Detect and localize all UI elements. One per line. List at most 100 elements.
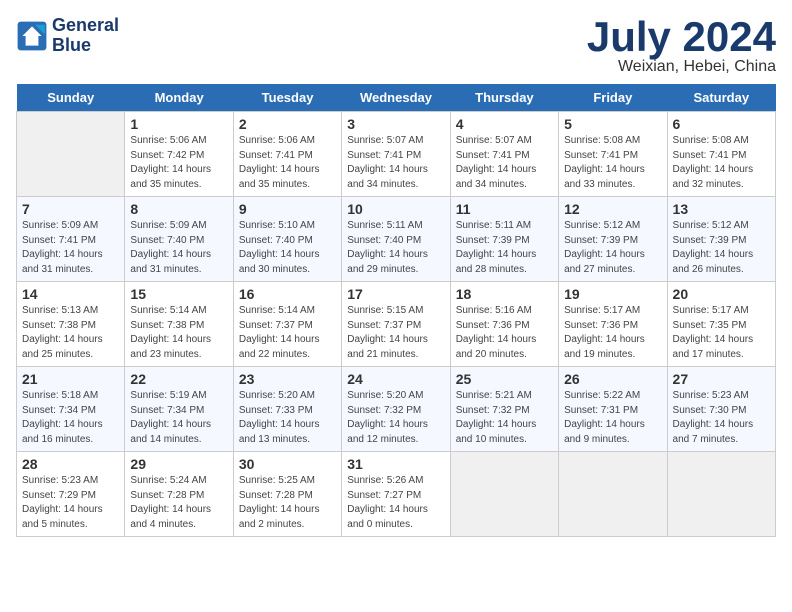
day-number: 25 bbox=[456, 371, 553, 387]
calendar-week-1: 1 Sunrise: 5:06 AMSunset: 7:42 PMDaylight… bbox=[17, 112, 776, 197]
calendar-cell: 7 Sunrise: 5:09 AMSunset: 7:41 PMDaylight… bbox=[17, 197, 125, 282]
day-info: Sunrise: 5:17 AMSunset: 7:35 PMDaylight:… bbox=[673, 304, 770, 362]
calendar-week-3: 14Sunrise: 5:13 AMSunset: 7:38 PMDayligh… bbox=[17, 282, 776, 367]
calendar-cell bbox=[17, 112, 125, 197]
calendar-cell: 28 Sunrise: 5:23 AMSunset: 7:29 PMDayligh… bbox=[17, 452, 125, 537]
day-info: Sunrise: 5:08 AMSunset: 7:41 PMDaylight:… bbox=[673, 134, 770, 192]
day-info: Sunrise: 5:07 AMSunset: 7:41 PMDaylight:… bbox=[347, 134, 444, 192]
calendar-cell: 2 Sunrise: 5:06 AMSunset: 7:41 PMDaylight… bbox=[233, 112, 341, 197]
logo-icon bbox=[16, 20, 48, 52]
calendar-table: SundayMondayTuesdayWednesdayThursdayFrid… bbox=[16, 84, 776, 537]
day-info: Sunrise: 5:16 AMSunset: 7:36 PMDaylight:… bbox=[456, 304, 553, 362]
header-day-saturday: Saturday bbox=[667, 84, 775, 112]
day-info: Sunrise: 5:07 AMSunset: 7:41 PMDaylight:… bbox=[456, 134, 553, 192]
calendar-cell: 26 Sunrise: 5:22 AMSunset: 7:31 PMDayligh… bbox=[559, 367, 667, 452]
day-number: 9 bbox=[239, 201, 336, 217]
calendar-body: 1 Sunrise: 5:06 AMSunset: 7:42 PMDaylight… bbox=[17, 112, 776, 537]
calendar-cell: 17 Sunrise: 5:15 AMSunset: 7:37 PMDayligh… bbox=[342, 282, 450, 367]
day-info: Sunrise: 5:23 AMSunset: 7:30 PMDaylight:… bbox=[673, 389, 770, 447]
day-info: Sunrise: 5:20 AMSunset: 7:32 PMDaylight:… bbox=[347, 389, 444, 447]
calendar-subtitle: Weixian, Hebei, China bbox=[587, 58, 776, 76]
calendar-week-4: 21 Sunrise: 5:18 AMSunset: 7:34 PMDayligh… bbox=[17, 367, 776, 452]
calendar-cell: 22Sunrise: 5:19 AMSunset: 7:34 PMDayligh… bbox=[125, 367, 233, 452]
calendar-cell: 4 Sunrise: 5:07 AMSunset: 7:41 PMDaylight… bbox=[450, 112, 558, 197]
calendar-cell bbox=[667, 452, 775, 537]
day-number: 23 bbox=[239, 371, 336, 387]
day-number: 11 bbox=[456, 201, 553, 217]
day-number: 16 bbox=[239, 286, 336, 302]
day-info: Sunrise: 5:14 AMSunset: 7:38 PMDaylight:… bbox=[130, 304, 227, 362]
header-day-wednesday: Wednesday bbox=[342, 84, 450, 112]
calendar-cell: 18Sunrise: 5:16 AMSunset: 7:36 PMDayligh… bbox=[450, 282, 558, 367]
day-number: 28 bbox=[22, 456, 119, 472]
day-number: 2 bbox=[239, 116, 336, 132]
calendar-cell: 30 Sunrise: 5:25 AMSunset: 7:28 PMDayligh… bbox=[233, 452, 341, 537]
calendar-cell: 29 Sunrise: 5:24 AMSunset: 7:28 PMDayligh… bbox=[125, 452, 233, 537]
day-number: 12 bbox=[564, 201, 661, 217]
day-info: Sunrise: 5:11 AMSunset: 7:39 PMDaylight:… bbox=[456, 219, 553, 277]
day-number: 20 bbox=[673, 286, 770, 302]
day-number: 1 bbox=[130, 116, 227, 132]
header-day-tuesday: Tuesday bbox=[233, 84, 341, 112]
calendar-cell: 1 Sunrise: 5:06 AMSunset: 7:42 PMDaylight… bbox=[125, 112, 233, 197]
calendar-cell: 23 Sunrise: 5:20 AMSunset: 7:33 PMDayligh… bbox=[233, 367, 341, 452]
day-info: Sunrise: 5:10 AMSunset: 7:40 PMDaylight:… bbox=[239, 219, 336, 277]
header: General Blue July 2024 Weixian, Hebei, C… bbox=[16, 16, 776, 76]
day-info: Sunrise: 5:12 AMSunset: 7:39 PMDaylight:… bbox=[564, 219, 661, 277]
title-section: July 2024 Weixian, Hebei, China bbox=[587, 16, 776, 76]
calendar-week-5: 28 Sunrise: 5:23 AMSunset: 7:29 PMDayligh… bbox=[17, 452, 776, 537]
day-info: Sunrise: 5:06 AMSunset: 7:42 PMDaylight:… bbox=[130, 134, 227, 192]
calendar-cell: 31 Sunrise: 5:26 AMSunset: 7:27 PMDayligh… bbox=[342, 452, 450, 537]
day-number: 29 bbox=[130, 456, 227, 472]
day-info: Sunrise: 5:18 AMSunset: 7:34 PMDaylight:… bbox=[22, 389, 119, 447]
calendar-cell: 11 Sunrise: 5:11 AMSunset: 7:39 PMDayligh… bbox=[450, 197, 558, 282]
day-info: Sunrise: 5:08 AMSunset: 7:41 PMDaylight:… bbox=[564, 134, 661, 192]
calendar-cell: 15 Sunrise: 5:14 AMSunset: 7:38 PMDayligh… bbox=[125, 282, 233, 367]
day-info: Sunrise: 5:14 AMSunset: 7:37 PMDaylight:… bbox=[239, 304, 336, 362]
calendar-cell: 6 Sunrise: 5:08 AMSunset: 7:41 PMDaylight… bbox=[667, 112, 775, 197]
day-info: Sunrise: 5:23 AMSunset: 7:29 PMDaylight:… bbox=[22, 474, 119, 532]
calendar-cell: 9 Sunrise: 5:10 AMSunset: 7:40 PMDaylight… bbox=[233, 197, 341, 282]
header-day-thursday: Thursday bbox=[450, 84, 558, 112]
day-number: 10 bbox=[347, 201, 444, 217]
calendar-cell: 10 Sunrise: 5:11 AMSunset: 7:40 PMDayligh… bbox=[342, 197, 450, 282]
day-number: 31 bbox=[347, 456, 444, 472]
day-info: Sunrise: 5:06 AMSunset: 7:41 PMDaylight:… bbox=[239, 134, 336, 192]
day-info: Sunrise: 5:26 AMSunset: 7:27 PMDaylight:… bbox=[347, 474, 444, 532]
calendar-week-2: 7 Sunrise: 5:09 AMSunset: 7:41 PMDaylight… bbox=[17, 197, 776, 282]
calendar-header-row: SundayMondayTuesdayWednesdayThursdayFrid… bbox=[17, 84, 776, 112]
day-info: Sunrise: 5:20 AMSunset: 7:33 PMDaylight:… bbox=[239, 389, 336, 447]
day-info: Sunrise: 5:11 AMSunset: 7:40 PMDaylight:… bbox=[347, 219, 444, 277]
day-info: Sunrise: 5:12 AMSunset: 7:39 PMDaylight:… bbox=[673, 219, 770, 277]
calendar-cell: 13Sunrise: 5:12 AMSunset: 7:39 PMDayligh… bbox=[667, 197, 775, 282]
day-number: 27 bbox=[673, 371, 770, 387]
day-number: 15 bbox=[130, 286, 227, 302]
day-number: 6 bbox=[673, 116, 770, 132]
calendar-cell: 14Sunrise: 5:13 AMSunset: 7:38 PMDayligh… bbox=[17, 282, 125, 367]
calendar-cell: 25 Sunrise: 5:21 AMSunset: 7:32 PMDayligh… bbox=[450, 367, 558, 452]
calendar-cell: 16 Sunrise: 5:14 AMSunset: 7:37 PMDayligh… bbox=[233, 282, 341, 367]
calendar-cell: 19Sunrise: 5:17 AMSunset: 7:36 PMDayligh… bbox=[559, 282, 667, 367]
header-day-sunday: Sunday bbox=[17, 84, 125, 112]
day-number: 24 bbox=[347, 371, 444, 387]
day-info: Sunrise: 5:17 AMSunset: 7:36 PMDaylight:… bbox=[564, 304, 661, 362]
day-number: 30 bbox=[239, 456, 336, 472]
day-info: Sunrise: 5:13 AMSunset: 7:38 PMDaylight:… bbox=[22, 304, 119, 362]
day-info: Sunrise: 5:15 AMSunset: 7:37 PMDaylight:… bbox=[347, 304, 444, 362]
day-number: 8 bbox=[130, 201, 227, 217]
day-number: 4 bbox=[456, 116, 553, 132]
day-number: 7 bbox=[22, 201, 119, 217]
day-number: 26 bbox=[564, 371, 661, 387]
day-info: Sunrise: 5:19 AMSunset: 7:34 PMDaylight:… bbox=[130, 389, 227, 447]
day-info: Sunrise: 5:21 AMSunset: 7:32 PMDaylight:… bbox=[456, 389, 553, 447]
day-number: 21 bbox=[22, 371, 119, 387]
calendar-cell bbox=[450, 452, 558, 537]
logo-text: General Blue bbox=[52, 16, 119, 56]
day-number: 17 bbox=[347, 286, 444, 302]
header-day-monday: Monday bbox=[125, 84, 233, 112]
day-info: Sunrise: 5:24 AMSunset: 7:28 PMDaylight:… bbox=[130, 474, 227, 532]
day-info: Sunrise: 5:25 AMSunset: 7:28 PMDaylight:… bbox=[239, 474, 336, 532]
day-info: Sunrise: 5:22 AMSunset: 7:31 PMDaylight:… bbox=[564, 389, 661, 447]
day-info: Sunrise: 5:09 AMSunset: 7:41 PMDaylight:… bbox=[22, 219, 119, 277]
logo: General Blue bbox=[16, 16, 119, 56]
